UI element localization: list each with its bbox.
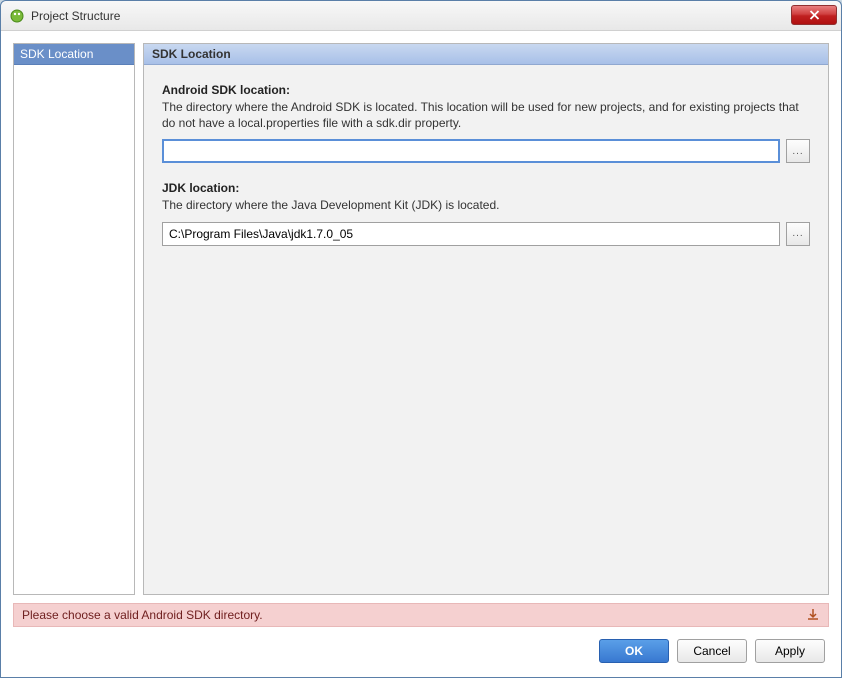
dialog-window: Project Structure SDK Location SDK Locat…: [0, 0, 842, 678]
jdk-location-desc: The directory where the Java Development…: [162, 197, 810, 213]
ellipsis-icon: ...: [792, 228, 803, 239]
cancel-button[interactable]: Cancel: [677, 639, 747, 663]
sdk-location-row: ...: [162, 139, 810, 163]
main-row: SDK Location SDK Location Android SDK lo…: [13, 43, 829, 595]
button-row: OK Cancel Apply: [13, 627, 829, 665]
titlebar: Project Structure: [1, 1, 841, 31]
error-download-icon: [806, 608, 820, 622]
window-title: Project Structure: [31, 9, 791, 23]
main-panel: SDK Location Android SDK location: The d…: [143, 43, 829, 595]
sdk-location-input[interactable]: [162, 139, 780, 163]
apply-button[interactable]: Apply: [755, 639, 825, 663]
app-icon: [9, 8, 25, 24]
sdk-location-desc: The directory where the Android SDK is l…: [162, 99, 810, 131]
close-icon: [809, 10, 820, 20]
jdk-location-input[interactable]: [162, 222, 780, 246]
ellipsis-icon: ...: [792, 146, 803, 157]
error-bar: Please choose a valid Android SDK direct…: [13, 603, 829, 627]
content-area: SDK Location SDK Location Android SDK lo…: [1, 31, 841, 677]
sdk-browse-button[interactable]: ...: [786, 139, 810, 163]
jdk-browse-button[interactable]: ...: [786, 222, 810, 246]
sdk-location-group: Android SDK location: The directory wher…: [162, 83, 810, 163]
sidebar: SDK Location: [13, 43, 135, 595]
jdk-location-group: JDK location: The directory where the Ja…: [162, 181, 810, 245]
sdk-location-label: Android SDK location:: [162, 83, 810, 97]
ok-button[interactable]: OK: [599, 639, 669, 663]
error-message: Please choose a valid Android SDK direct…: [22, 608, 263, 622]
close-button[interactable]: [791, 5, 837, 25]
sidebar-item-label: SDK Location: [20, 47, 93, 61]
panel-body: Android SDK location: The directory wher…: [144, 65, 828, 594]
jdk-location-label: JDK location:: [162, 181, 810, 195]
panel-header: SDK Location: [144, 44, 828, 65]
jdk-location-row: ...: [162, 222, 810, 246]
sidebar-item-sdk-location[interactable]: SDK Location: [14, 44, 134, 65]
